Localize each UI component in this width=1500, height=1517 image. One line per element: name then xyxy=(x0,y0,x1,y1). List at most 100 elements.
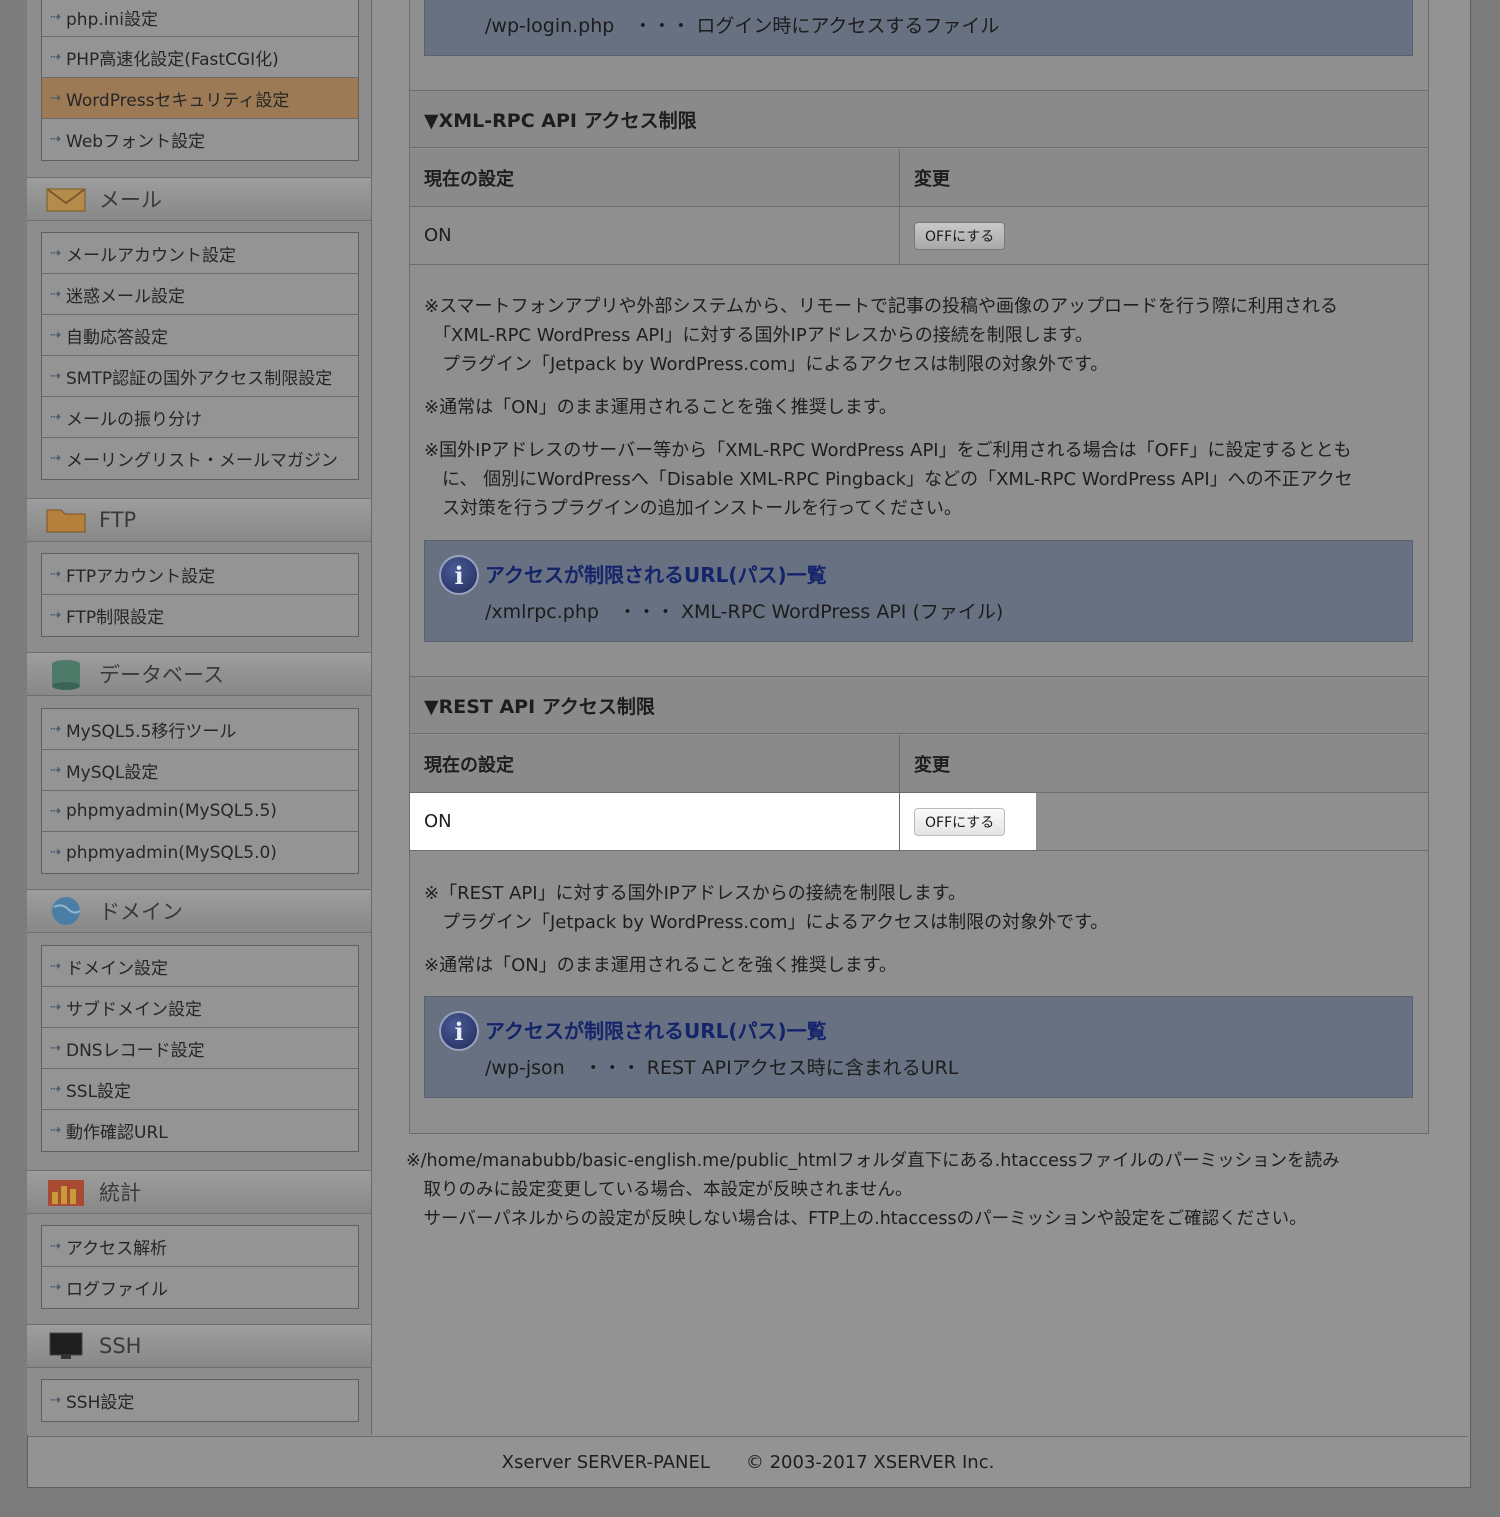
stats-menu-group: ⇢ アクセス解析 ⇢ ログファイル xyxy=(41,1225,359,1309)
rest-col-change: 変更 xyxy=(914,754,950,776)
xmlrpc-info-title: アクセスが制限されるURL(パス)一覧 xyxy=(485,563,827,587)
section-header-ssh: SSH xyxy=(27,1324,371,1368)
info-icon: i xyxy=(439,1011,479,1051)
arrow-bullet-icon: ⇢ xyxy=(50,132,61,147)
sidebar-item-phpmyadmin-55[interactable]: ⇢ phpmyadmin(MySQL5.5) xyxy=(42,791,358,832)
arrow-bullet-icon: ⇢ xyxy=(50,608,61,623)
sidebar-item-php-fastcgi[interactable]: ⇢ PHP高速化設定(FastCGI化) xyxy=(42,37,358,78)
sidebar-item-access-analysis[interactable]: ⇢ アクセス解析 xyxy=(42,1226,358,1267)
arrow-bullet-icon: ⇢ xyxy=(50,245,61,261)
arrow-bullet-icon: ⇢ xyxy=(50,286,61,302)
sidebar-item-auto-reply[interactable]: ⇢ 自動応答設定 xyxy=(42,315,358,356)
rest-cell-change: OFFにする xyxy=(900,793,1036,850)
arrow-bullet-icon: ⇢ xyxy=(50,1123,61,1138)
domain-menu-group: ⇢ ドメイン設定 ⇢ サブドメイン設定 ⇢ DNSレコード設定 ⇢ SSL設定 ⇢ 動作確… xyxy=(41,945,359,1152)
arrow-bullet-icon: ⇢ xyxy=(50,1040,61,1056)
sidebar-item-log-file[interactable]: ⇢ ログファイル xyxy=(42,1267,358,1308)
info-icon: i xyxy=(439,555,479,595)
login-path-text: /wp-login.php ・・・ ログイン時にアクセスするファイル xyxy=(485,15,1000,37)
rest-table-row: ON OFFにする xyxy=(410,793,1428,851)
globe-icon xyxy=(45,895,87,927)
sidebar-item-mysql-migration[interactable]: ⇢ MySQL5.5移行ツール xyxy=(42,709,358,750)
xmlrpc-info-path: /xmlrpc.php ・・・ XML-RPC WordPress API (フ… xyxy=(485,601,1004,623)
sidebar-item-ftp-restriction[interactable]: ⇢ FTP制限設定 xyxy=(42,595,358,636)
xmlrpc-col-change: 変更 xyxy=(914,168,950,190)
folder-icon xyxy=(45,504,87,536)
sidebar-item-php-ini[interactable]: ⇢ php.ini設定 xyxy=(42,0,358,37)
section-header-domain: ドメイン xyxy=(27,889,371,933)
arrow-bullet-icon: ⇢ xyxy=(50,1393,61,1408)
sidebar-item-dns-record[interactable]: ⇢ DNSレコード設定 xyxy=(42,1028,358,1069)
rest-table-header: 現在の設定 変更 xyxy=(410,735,1428,793)
sidebar-item-smtp-restriction[interactable]: ⇢ SMTP認証の国外アクセス制限設定 xyxy=(42,356,358,397)
chart-icon xyxy=(45,1176,87,1208)
database-icon xyxy=(45,658,87,690)
section-header-ftp: FTP xyxy=(27,498,371,542)
sidebar-item-spam[interactable]: ⇢ 迷惑メール設定 xyxy=(42,274,358,315)
xmlrpc-section-title: ▼XML-RPC API アクセス制限 xyxy=(410,90,1428,148)
section-header-database: データベース xyxy=(27,652,371,696)
section-header-mail: メール xyxy=(27,177,371,221)
sidebar-item-mysql-settings[interactable]: ⇢ MySQL設定 xyxy=(42,750,358,791)
xmlrpc-note-off-usage: ※国外IPアドレスのサーバー等から「XML-RPC WordPress API」… xyxy=(424,440,1353,519)
rest-section-title: ▼REST API アクセス制限 xyxy=(410,676,1428,734)
footer-copyright: © 2003-2017 XSERVER Inc. xyxy=(745,1452,995,1473)
arrow-bullet-icon: ⇢ xyxy=(50,451,61,466)
sidebar-item-mail-account[interactable]: ⇢ メールアカウント設定 xyxy=(42,233,358,274)
rest-note-recommend: ※通常は「ON」のまま運用されることを強く推奨します。 xyxy=(424,955,897,976)
xmlrpc-off-button[interactable]: OFFにする xyxy=(914,221,1006,250)
arrow-bullet-icon: ⇢ xyxy=(50,327,61,343)
arrow-bullet-icon: ⇢ xyxy=(50,368,61,384)
sidebar-item-test-url[interactable]: ⇢ 動作確認URL xyxy=(42,1110,358,1151)
sidebar-item-mailing-list[interactable]: ⇢ メーリングリスト・メールマガジン xyxy=(42,438,358,479)
arrow-bullet-icon: ⇢ xyxy=(50,762,61,778)
sidebar-item-mail-filter[interactable]: ⇢ メールの振り分け xyxy=(42,397,358,438)
xmlrpc-table-row: ON OFFにする xyxy=(410,207,1428,265)
sidebar-item-ssh-settings[interactable]: ⇢ SSH設定 xyxy=(42,1380,358,1421)
xmlrpc-table-header: 現在の設定 変更 xyxy=(410,149,1428,207)
xmlrpc-note-recommend: ※通常は「ON」のまま運用されることを強く推奨します。 xyxy=(424,397,897,418)
footer: Xserver SERVER-PANEL © 2003-2017 XSERVER… xyxy=(28,1436,1468,1488)
arrow-bullet-icon: ⇢ xyxy=(50,1081,61,1097)
sidebar-item-wordpress-security[interactable]: ⇢ WordPressセキュリティ設定 xyxy=(42,78,358,119)
section-header-stats: 統計 xyxy=(27,1170,371,1214)
ftp-menu-group: ⇢ FTPアカウント設定 ⇢ FTP制限設定 xyxy=(41,553,359,637)
sidebar-item-domain-settings[interactable]: ⇢ ドメイン設定 xyxy=(42,946,358,987)
arrow-bullet-icon: ⇢ xyxy=(50,10,61,25)
mail-menu-group: ⇢ メールアカウント設定 ⇢ 迷惑メール設定 ⇢ 自動応答設定 ⇢ SMTP認証の国外ア… xyxy=(41,232,359,480)
arrow-bullet-icon: ⇢ xyxy=(50,845,61,860)
sidebar-item-subdomain[interactable]: ⇢ サブドメイン設定 xyxy=(42,987,358,1028)
arrow-bullet-icon: ⇢ xyxy=(50,1238,61,1254)
rest-off-button[interactable]: OFFにする xyxy=(914,807,1006,836)
rest-info-box: i アクセスが制限されるURL(パス)一覧 /wp-json ・・・ REST … xyxy=(424,996,1413,1098)
htaccess-warning-note: ※/home/manabubb/basic-english.me/public_… xyxy=(406,1151,1340,1229)
arrow-bullet-icon: ⇢ xyxy=(50,803,61,819)
arrow-bullet-icon: ⇢ xyxy=(50,90,61,106)
envelope-icon xyxy=(45,183,87,215)
ssh-menu-group: ⇢ SSH設定 xyxy=(41,1379,359,1422)
sidebar-item-web-font[interactable]: ⇢ Webフォント設定 xyxy=(42,119,358,160)
rest-info-path: /wp-json ・・・ REST APIアクセス時に含まれるURL xyxy=(485,1057,959,1079)
xmlrpc-cell-change: OFFにする xyxy=(900,207,1428,264)
login-info-box: /wp-login.php ・・・ ログイン時にアクセスするファイル xyxy=(424,0,1413,56)
footer-product: Xserver SERVER-PANEL xyxy=(501,1452,710,1473)
server-menu-group: ⇢ php.ini設定 ⇢ PHP高速化設定(FastCGI化) ⇢ WordPres… xyxy=(41,0,359,161)
arrow-bullet-icon: ⇢ xyxy=(50,49,61,65)
sidebar-item-ssl[interactable]: ⇢ SSL設定 xyxy=(42,1069,358,1110)
monitor-icon xyxy=(45,1330,87,1362)
rest-col-current: 現在の設定 xyxy=(410,735,900,792)
database-menu-group: ⇢ MySQL5.5移行ツール ⇢ MySQL設定 ⇢ phpmyadmin(MySQ… xyxy=(41,708,359,874)
main-content: /wp-login.php ・・・ ログイン時にアクセスするファイル ▼XML-… xyxy=(409,0,1429,1134)
xmlrpc-note-description: ※スマートフォンアプリや外部システムから、リモートで記事の投稿や画像のアップロー… xyxy=(424,296,1338,375)
xmlrpc-col-current: 現在の設定 xyxy=(410,149,900,206)
sidebar: ⇢ php.ini設定 ⇢ PHP高速化設定(FastCGI化) ⇢ WordPres… xyxy=(27,0,372,1435)
rest-info-title: アクセスが制限されるURL(パス)一覧 xyxy=(485,1019,827,1043)
xmlrpc-current-value: ON xyxy=(410,207,900,264)
arrow-bullet-icon: ⇢ xyxy=(50,999,61,1015)
arrow-bullet-icon: ⇢ xyxy=(50,721,61,737)
arrow-bullet-icon: ⇢ xyxy=(50,566,61,582)
sidebar-item-phpmyadmin-50[interactable]: ⇢ phpmyadmin(MySQL5.0) xyxy=(42,832,358,873)
arrow-bullet-icon: ⇢ xyxy=(50,1280,61,1295)
arrow-bullet-icon: ⇢ xyxy=(50,958,61,974)
sidebar-item-ftp-account[interactable]: ⇢ FTPアカウント設定 xyxy=(42,554,358,595)
